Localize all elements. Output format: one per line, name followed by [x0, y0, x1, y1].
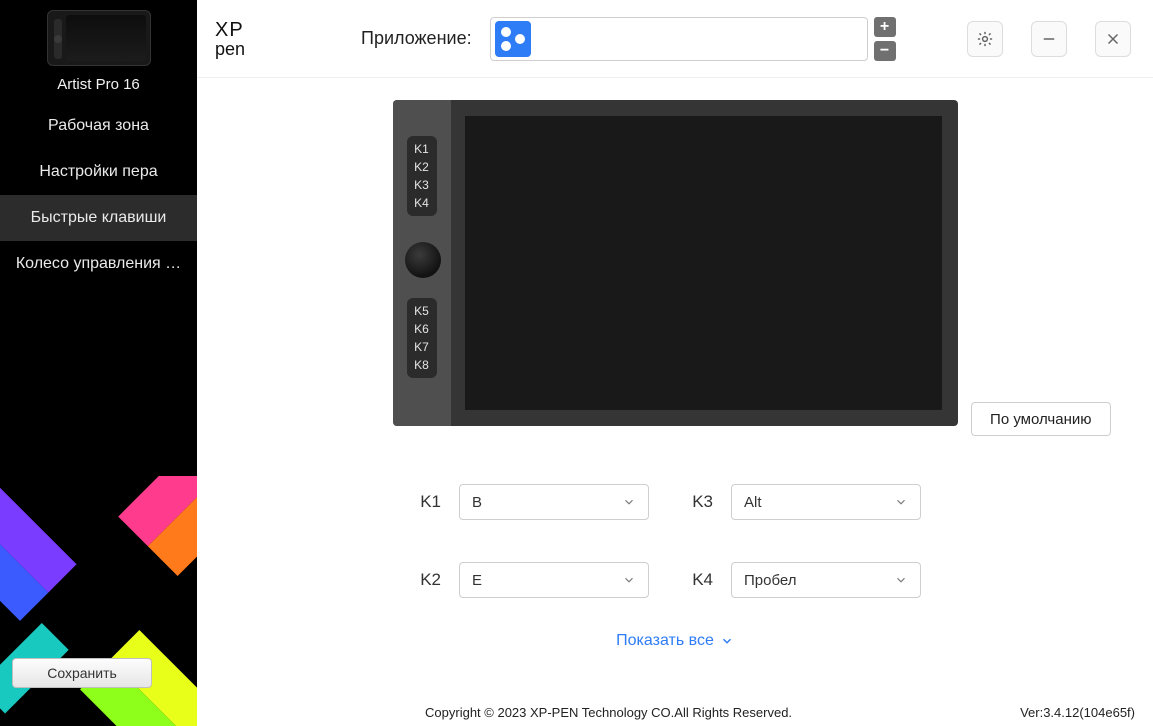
sidebar-item-work-area[interactable]: Рабочая зона	[0, 103, 197, 149]
xppen-logo: XPpen	[215, 17, 263, 61]
application-label: Приложение:	[361, 28, 472, 49]
device-name: Artist Pro 16	[0, 72, 197, 103]
sidebar-item-wheel[interactable]: Колесо управления …	[0, 241, 197, 287]
key-bindings: K1 B K3 Alt K2 E K4 Пробел	[395, 484, 955, 598]
minimize-icon	[1040, 30, 1058, 48]
binding-k3-label: K3	[667, 492, 713, 512]
close-icon	[1104, 30, 1122, 48]
copyright-text: Copyright © 2023 XP-PEN Technology CO.Al…	[197, 705, 1020, 720]
binding-k2-label: K2	[395, 570, 441, 590]
tablet-key-k2[interactable]: K2	[414, 160, 429, 174]
gear-icon	[976, 30, 994, 48]
binding-k2-select[interactable]: E	[459, 562, 649, 598]
show-all-label: Показать все	[616, 632, 714, 650]
footer: Copyright © 2023 XP-PEN Technology CO.Al…	[197, 698, 1153, 726]
binding-k3-select[interactable]: Alt	[731, 484, 921, 520]
device-thumbnail	[47, 10, 151, 66]
chevron-down-icon	[622, 573, 636, 587]
chevron-down-icon	[894, 573, 908, 587]
binding-k3-value: Alt	[744, 494, 762, 511]
sidebar-decoration	[0, 476, 197, 726]
binding-k2-value: E	[472, 572, 482, 589]
tablet-key-k4[interactable]: K4	[414, 196, 429, 210]
content: K1 K2 K3 K4 K5 K6 K7 K8 По умолчанию K1 …	[197, 78, 1153, 698]
show-all-link[interactable]: Показать все	[197, 632, 1153, 650]
tablet-dial[interactable]	[405, 242, 441, 278]
default-button[interactable]: По умолчанию	[971, 402, 1110, 436]
tablet-keys-top[interactable]: K1 K2 K3 K4	[407, 136, 437, 216]
minimize-button[interactable]	[1031, 21, 1067, 57]
tablet-key-k6[interactable]: K6	[414, 322, 429, 336]
application-field: + −	[490, 17, 896, 61]
application-selector[interactable]	[490, 17, 868, 61]
tablet-key-k1[interactable]: K1	[414, 142, 429, 156]
binding-k4-select[interactable]: Пробел	[731, 562, 921, 598]
topbar: XPpen Приложение: + −	[197, 0, 1153, 78]
settings-button[interactable]	[967, 21, 1003, 57]
tablet-key-k3[interactable]: K3	[414, 178, 429, 192]
tablet-key-k5[interactable]: K5	[414, 304, 429, 318]
binding-k4-value: Пробел	[744, 572, 797, 589]
tablet-key-k7[interactable]: K7	[414, 340, 429, 354]
chevron-down-icon	[720, 634, 734, 648]
binding-k1-select[interactable]: B	[459, 484, 649, 520]
remove-application-button[interactable]: −	[874, 41, 896, 61]
tablet-key-k8[interactable]: K8	[414, 358, 429, 372]
tablet-preview: K1 K2 K3 K4 K5 K6 K7 K8 По умолчанию	[393, 100, 958, 426]
sidebar-item-pen-settings[interactable]: Настройки пера	[0, 149, 197, 195]
save-button[interactable]: Сохранить	[12, 658, 152, 688]
main: XPpen Приложение: + −	[197, 0, 1153, 726]
binding-k4-label: K4	[667, 570, 713, 590]
sidebar-nav: Рабочая зона Настройки пера Быстрые клав…	[0, 103, 197, 287]
version-text: Ver:3.4.12(104e65f)	[1020, 705, 1135, 720]
application-icon	[495, 21, 531, 57]
binding-k1-label: K1	[395, 492, 441, 512]
binding-k1-value: B	[472, 494, 482, 511]
sidebar: Artist Pro 16 Рабочая зона Настройки пер…	[0, 0, 197, 726]
sidebar-item-express-keys[interactable]: Быстрые клавиши	[0, 195, 197, 241]
close-button[interactable]	[1095, 21, 1131, 57]
chevron-down-icon	[622, 495, 636, 509]
add-application-button[interactable]: +	[874, 17, 896, 37]
chevron-down-icon	[894, 495, 908, 509]
tablet-keys-bottom[interactable]: K5 K6 K7 K8	[407, 298, 437, 378]
